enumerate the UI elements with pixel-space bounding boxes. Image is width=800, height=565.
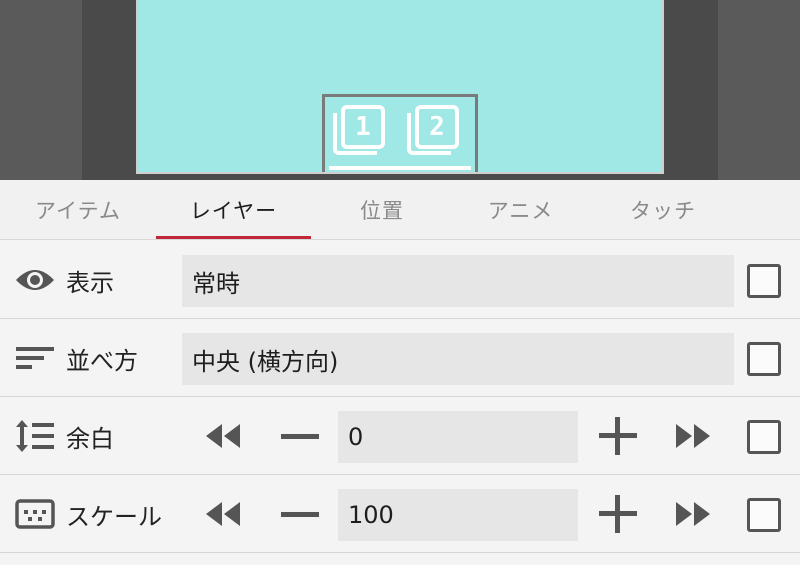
arrange-label: 並べ方 — [66, 347, 138, 375]
widget-number-1: 1 — [333, 105, 385, 155]
row-arrange: 並べ方 中央 (横方向) — [0, 320, 800, 397]
display-label: 表示 — [66, 269, 114, 297]
rewind-icon[interactable] — [200, 416, 244, 456]
preview-area: 1 2 — [0, 0, 800, 180]
row-display: 表示 常時 — [0, 242, 800, 319]
plus-icon[interactable] — [596, 416, 640, 456]
plus-icon[interactable] — [596, 494, 640, 534]
tab-touch[interactable]: タッチ — [588, 180, 738, 240]
minus-icon[interactable] — [278, 494, 322, 534]
tab-layer[interactable]: レイヤー — [156, 180, 311, 240]
tab-bar: アイテム レイヤー 位置 アニメ タッチ — [0, 180, 800, 240]
margin-checkbox[interactable] — [747, 420, 781, 454]
scale-input[interactable]: 100 — [338, 489, 578, 541]
selected-widget[interactable]: 1 2 — [322, 94, 478, 172]
tab-item[interactable]: アイテム — [0, 180, 156, 240]
row-margin: 余白 0 — [0, 398, 800, 475]
widget-number-2: 2 — [407, 105, 459, 155]
tab-anime[interactable]: アニメ — [453, 180, 588, 240]
eye-icon — [14, 262, 56, 298]
sort-lines-icon — [14, 340, 56, 376]
row-scale: スケール 100 — [0, 476, 800, 553]
preview-left-margin — [0, 0, 82, 180]
margin-input[interactable]: 0 — [338, 411, 578, 463]
display-checkbox[interactable] — [747, 264, 781, 298]
fast-forward-icon[interactable] — [672, 416, 716, 456]
arrange-select[interactable]: 中央 (横方向) — [182, 333, 734, 385]
scale-checkbox[interactable] — [747, 498, 781, 532]
scale-label: スケール — [66, 503, 162, 531]
fast-forward-icon[interactable] — [672, 494, 716, 534]
widget-base — [329, 166, 471, 172]
dotted-frame-icon — [14, 496, 56, 532]
line-spacing-icon — [14, 418, 56, 454]
margin-label: 余白 — [66, 425, 114, 453]
rewind-icon[interactable] — [200, 494, 244, 534]
minus-icon[interactable] — [278, 416, 322, 456]
display-select[interactable]: 常時 — [182, 255, 734, 307]
arrange-checkbox[interactable] — [747, 342, 781, 376]
preview-right-margin — [718, 0, 800, 180]
tab-position[interactable]: 位置 — [311, 180, 453, 240]
